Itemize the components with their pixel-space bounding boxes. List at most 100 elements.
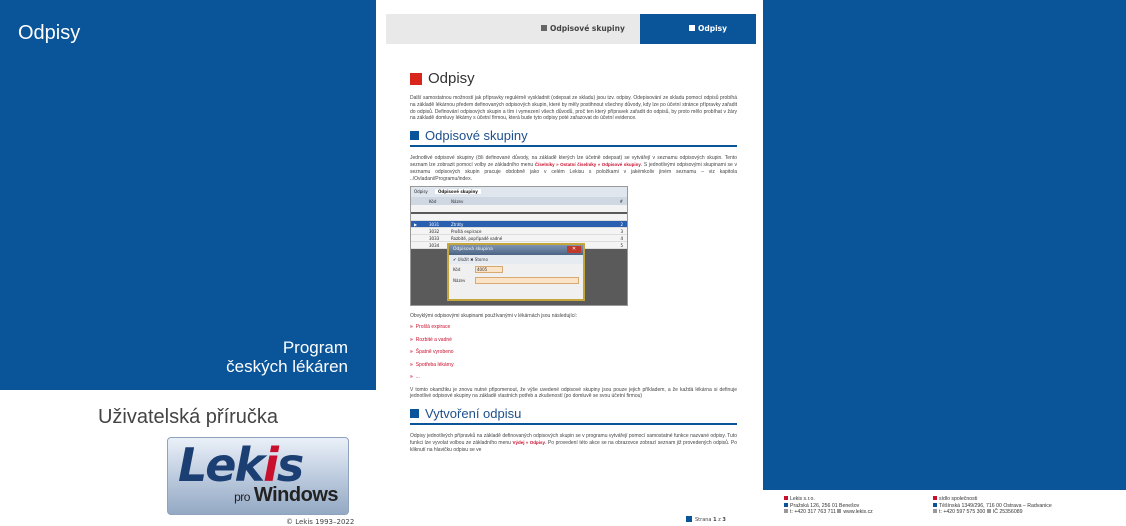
grey-square-icon bbox=[986, 509, 991, 513]
heading-odpisove-skupiny: Odpisové skupiny bbox=[410, 128, 737, 148]
cover-subtitle-line1: Program bbox=[282, 338, 348, 357]
blue-square-icon bbox=[410, 409, 419, 419]
cell: 3032 bbox=[429, 229, 440, 235]
close-icon: ✕ bbox=[567, 246, 581, 254]
list-item: »... bbox=[410, 374, 737, 380]
list-item-text: ... bbox=[415, 374, 420, 381]
text: t: +420 317 763 711 bbox=[790, 509, 836, 515]
shot-dialog-toolbar: ✔ Uložit ✖ Storno bbox=[449, 255, 583, 265]
field-value: 4005 bbox=[477, 267, 488, 273]
cell: 4 bbox=[620, 236, 623, 242]
cell: Ztráty bbox=[451, 222, 464, 228]
shot-dialog-code-field: Kód 4005 bbox=[449, 264, 583, 275]
red-square-icon bbox=[410, 72, 422, 85]
bullet-arrow-icon: » bbox=[410, 336, 413, 343]
cell: 3034 bbox=[429, 243, 440, 249]
table-row: 3032 Prošlá expirace 3 bbox=[411, 228, 627, 236]
table-row bbox=[411, 214, 627, 222]
cell: Rozbité, popřípadě vadné bbox=[451, 236, 503, 242]
bullet-list: » Prošlá expirace » Rozbité a vadné » Špatn… bbox=[410, 324, 737, 380]
heading-text: Odpisové skupiny bbox=[425, 128, 528, 144]
tab-odpisove-skupiny[interactable]: Odpisové skupiny bbox=[541, 24, 625, 33]
tab-odpisy[interactable]: Odpisy bbox=[689, 24, 727, 33]
cell: 2 bbox=[620, 222, 623, 228]
page-total: 3 bbox=[722, 517, 726, 523]
square-icon bbox=[689, 25, 695, 31]
shot-col-count: # bbox=[619, 198, 623, 204]
field-input: 4005 bbox=[475, 266, 503, 274]
tab-label: Odpisy bbox=[698, 24, 728, 33]
text: t: +420 597 575 300 bbox=[939, 509, 986, 515]
blue-square-icon bbox=[933, 502, 937, 507]
cell: 3031 bbox=[429, 222, 440, 228]
row-pointer-icon: ▶ bbox=[414, 222, 418, 228]
table-row-selected: ▶ 3031 Ztráty 2 bbox=[411, 221, 627, 229]
cell: 3 bbox=[620, 229, 623, 235]
cell: 3033 bbox=[429, 236, 440, 242]
grey-square-icon bbox=[784, 509, 788, 513]
cover-subtitle-line2: českých lékáren bbox=[226, 357, 348, 376]
page-current: 1 bbox=[713, 517, 717, 523]
heading-text: Vytvoření odpisu bbox=[425, 406, 522, 422]
grey-square-icon bbox=[933, 509, 937, 513]
cell: Prošlá expirace bbox=[451, 229, 482, 235]
list-item-text: Špatně vyrobeno bbox=[415, 349, 454, 356]
heading-odpisy: Odpisy bbox=[410, 70, 737, 87]
dialog-title-text: Odpisová skupina bbox=[453, 247, 493, 253]
square-icon bbox=[541, 25, 547, 31]
paragraph-create: Odpisy jednotlivých přípravků na základě… bbox=[410, 433, 737, 453]
blue-square-icon bbox=[784, 502, 788, 507]
app-screenshot: Odpisy Odpisové skupiny Kód Název # ▶ 303… bbox=[410, 186, 628, 307]
field-input bbox=[475, 277, 579, 285]
document-page: Odpisové skupiny Odpisy Odpisy Další sam… bbox=[386, 0, 756, 526]
shot-tabs: Odpisy Odpisové skupiny bbox=[411, 187, 627, 198]
red-square-icon bbox=[784, 496, 788, 500]
copyright: © Lekis 1993–2022 bbox=[286, 518, 355, 526]
footer-seat-contact: t: +420 597 575 300 IČ 25356089 bbox=[933, 509, 1052, 516]
page-label: Strana bbox=[695, 517, 712, 523]
shot-dialog-name-field: Název bbox=[449, 275, 583, 286]
shot-header: Kód Název # bbox=[411, 197, 627, 206]
footer-seat: sídlo společnosti Těšínská 1349/296, 716… bbox=[933, 496, 1052, 516]
text: Těšínská 1349/296, 716 00 Ostrava – Radv… bbox=[939, 502, 1052, 509]
menu-path: Výdej » Odpisy bbox=[512, 440, 546, 446]
table-row: 3033 Rozbité, popřípadě vadné 4 bbox=[411, 235, 627, 243]
menu-path: Číselníky » Ostatní číselníky » Odpisové… bbox=[534, 161, 641, 167]
text[interactable]: www.lekis.cz bbox=[843, 509, 872, 515]
heading-text: Odpisy bbox=[428, 70, 475, 87]
cover-subtitle: Program českých lékáren bbox=[226, 338, 348, 376]
list-item-text: Rozbité a vadné bbox=[415, 336, 452, 343]
cover-blue-block: Odpisy Program českých lékáren bbox=[0, 0, 376, 390]
paragraph-common-groups: Obvyklými odpisovými skupinami používaný… bbox=[410, 313, 578, 320]
list-item: » Spotřeba lékárny bbox=[410, 362, 737, 368]
field-label: Kód bbox=[453, 267, 461, 273]
footer-company: Lekis s.r.o. Pražská 126, 256 01 Benešov… bbox=[784, 496, 873, 516]
shot-tab-odpisy: Odpisy bbox=[414, 189, 428, 195]
section-tab-bar: Odpisové skupiny Odpisy bbox=[386, 14, 756, 44]
shot-col-code: Kód bbox=[429, 198, 437, 204]
shot-dialog: Odpisová skupina ✕ ✔ Uložit ✖ Storno Kód 4… bbox=[447, 243, 585, 302]
blue-square-icon bbox=[410, 131, 419, 141]
grey-square-icon bbox=[837, 509, 842, 513]
tab-label: Odpisové skupiny bbox=[550, 24, 625, 33]
bullet-arrow-icon: » bbox=[410, 324, 413, 331]
shot-col-name: Název bbox=[451, 198, 464, 204]
heading-vytvoreni-odpisu: Vytvoření odpisu bbox=[410, 406, 737, 426]
bullet-arrow-icon: » bbox=[410, 374, 413, 381]
footer-contact: t: +420 317 763 711 www.lekis.cz bbox=[784, 509, 873, 516]
shot-tab-skupiny: Odpisové skupiny bbox=[435, 189, 481, 195]
page-sep: z bbox=[718, 517, 721, 523]
field-label: Název bbox=[453, 278, 466, 284]
page-number: Strana 1 z 3 bbox=[686, 516, 726, 523]
text: IČ 25356089 bbox=[992, 509, 1023, 515]
list-item-text: Spotřeba lékárny bbox=[415, 361, 454, 368]
list-item: » Špatně vyrobeno bbox=[410, 349, 737, 355]
cell: 5 bbox=[620, 243, 623, 249]
list-item: » Rozbité a vadné bbox=[410, 337, 737, 343]
shot-filter-row bbox=[411, 205, 627, 213]
document-content: Odpisy Další samostatnou možností jak př… bbox=[410, 70, 737, 458]
cover-title: Odpisy bbox=[18, 22, 81, 44]
list-item-text: Prošlá expirace bbox=[415, 324, 451, 331]
red-square-icon bbox=[933, 496, 937, 500]
paragraph-reminder: V tomto okamžiku je znovu nutné připomen… bbox=[410, 386, 737, 400]
